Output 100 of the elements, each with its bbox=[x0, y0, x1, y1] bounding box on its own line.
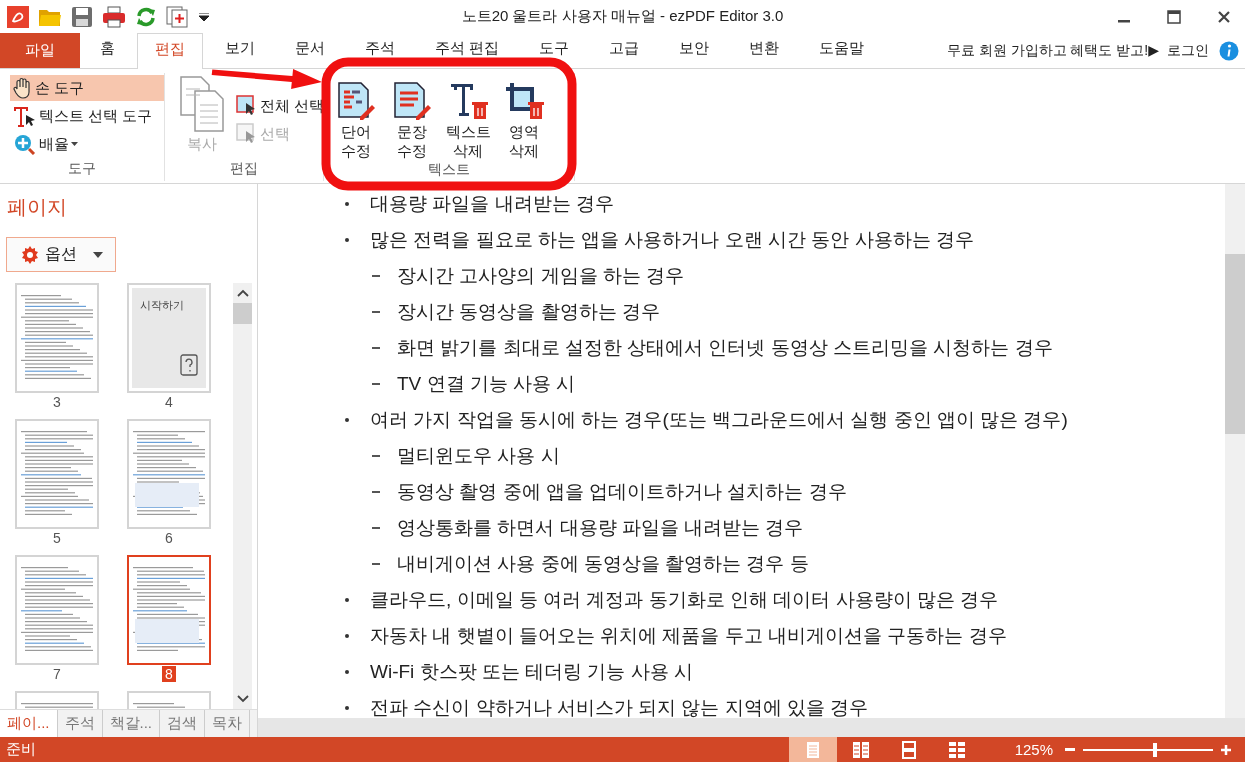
dash-icon bbox=[372, 311, 380, 313]
bullet-icon bbox=[345, 418, 349, 422]
text-cursor-icon bbox=[13, 105, 37, 127]
dash-icon bbox=[372, 527, 380, 529]
list-item-text: 동영상 촬영 중에 앱을 업데이트하거나 설치하는 경우 bbox=[397, 480, 847, 504]
ribbon-tab[interactable]: 보기 bbox=[207, 33, 273, 68]
status-text: 준비 bbox=[5, 740, 36, 759]
ribbon-tab[interactable]: 변환 bbox=[731, 33, 798, 68]
list-item-text: 자동차 내 햇볕이 들어오는 위치에 제품을 두고 내비게이션을 구동하는 경우 bbox=[370, 624, 1007, 648]
save-icon[interactable] bbox=[71, 5, 93, 28]
list-item-text: Wi-Fi 핫스팟 또는 테더링 기능 사용 시 bbox=[370, 660, 693, 684]
page-add-icon[interactable] bbox=[166, 5, 190, 28]
page-number: 5 bbox=[52, 530, 62, 546]
list-item-text: 장시간 고사양의 게임을 하는 경우 bbox=[397, 264, 685, 288]
tool-button[interactable]: 배율 bbox=[10, 131, 164, 157]
promo-link[interactable]: 무료 회원 가입하고 혜택도 받고!▶ bbox=[946, 41, 1159, 60]
page-number: 8 bbox=[162, 666, 176, 682]
panel-tab[interactable]: 페이... bbox=[0, 710, 58, 737]
dash-icon bbox=[372, 383, 380, 385]
page-thumbnail[interactable] bbox=[127, 555, 211, 665]
list-item-text: 멀티윈도우 사용 시 bbox=[397, 444, 560, 468]
scroll-down-icon[interactable] bbox=[236, 695, 249, 703]
tool-button[interactable]: 텍스트 선택 도구 bbox=[10, 103, 164, 129]
scrollbar[interactable] bbox=[233, 283, 252, 709]
sentence-edit-icon bbox=[392, 81, 432, 121]
list-item-text: 클라우드, 이메일 등 여러 계정과 동기화로 인해 데이터 사용량이 많은 경우 bbox=[370, 588, 999, 612]
view-mode-button[interactable] bbox=[788, 737, 837, 762]
refresh-icon[interactable] bbox=[135, 5, 157, 28]
close-icon[interactable] bbox=[1217, 9, 1231, 24]
ribbon-tab[interactable]: 문서 bbox=[277, 33, 343, 68]
zoom-out-icon[interactable] bbox=[1065, 747, 1075, 752]
list-item-text: 많은 전력을 필요로 하는 앱을 사용하거나 오랜 시간 동안 사용하는 경우 bbox=[370, 228, 974, 252]
scrollbar[interactable] bbox=[1225, 184, 1245, 718]
copy-icon bbox=[179, 75, 225, 133]
group-label: 도구 bbox=[68, 160, 96, 178]
text-edit-button[interactable]: 텍스트 삭제 bbox=[442, 75, 494, 161]
print-icon[interactable] bbox=[102, 5, 126, 28]
page-number: 6 bbox=[164, 530, 174, 546]
grid-icon bbox=[947, 740, 966, 759]
group-label: 편집 bbox=[230, 160, 258, 178]
bullet-icon bbox=[345, 598, 349, 602]
info-icon[interactable] bbox=[1219, 40, 1239, 61]
file-tab[interactable]: 파일 bbox=[0, 33, 80, 68]
caret-icon[interactable] bbox=[199, 12, 209, 21]
text-delete-icon bbox=[448, 81, 488, 121]
text-edit-button[interactable]: 문장 수정 bbox=[386, 75, 438, 161]
list-item-text: 내비게이션 사용 중에 동영상을 촬영하는 경우 등 bbox=[397, 552, 809, 576]
scroll-thumb[interactable] bbox=[1225, 254, 1245, 434]
bullet-icon bbox=[345, 238, 349, 242]
text-edit-button[interactable]: 영역 삭제 bbox=[498, 75, 550, 161]
ribbon-tab[interactable]: 주석 편집 bbox=[417, 33, 518, 68]
dash-icon bbox=[372, 563, 380, 565]
slider-thumb[interactable] bbox=[1153, 742, 1158, 757]
tool-button[interactable]: 손 도구 bbox=[10, 75, 164, 101]
dash-icon bbox=[372, 455, 380, 457]
list-item-text: 화면 밝기를 최대로 설정한 상태에서 인터넷 동영상 스트리밍을 시청하는 경우 bbox=[397, 336, 1053, 360]
window-title: 노트20 울트라 사용자 매뉴얼 - ezPDF Editor 3.0 bbox=[461, 7, 784, 26]
bullet-icon bbox=[345, 634, 349, 638]
hand-icon bbox=[13, 77, 33, 99]
zoom-level: 125% bbox=[1014, 741, 1053, 758]
gear-icon bbox=[21, 245, 39, 264]
dash-icon bbox=[372, 491, 380, 493]
list-item-text: 장시간 동영상을 촬영하는 경우 bbox=[397, 300, 660, 324]
dash-icon bbox=[372, 347, 380, 349]
zoom-icon bbox=[13, 133, 37, 155]
help-book-icon bbox=[180, 354, 198, 376]
zoom-in-icon[interactable] bbox=[1221, 744, 1231, 755]
thumbnail-heading: 시작하기 bbox=[140, 298, 184, 313]
edit-button[interactable]: 전체 선택 bbox=[233, 93, 328, 119]
word-edit-icon bbox=[336, 81, 376, 121]
scroll-thumb[interactable] bbox=[233, 303, 252, 324]
page-number: 7 bbox=[52, 666, 62, 682]
ribbon-tab[interactable]: 고급 bbox=[591, 33, 658, 68]
list-item-text: 대용량 파일을 내려받는 경우 bbox=[370, 192, 614, 216]
caret-icon bbox=[93, 251, 103, 258]
stacked-pages-icon bbox=[899, 740, 918, 759]
list-item-text: 영상통화를 하면서 대용량 파일을 내려받는 경우 bbox=[397, 516, 804, 540]
app-logo-icon bbox=[7, 5, 29, 28]
options-button[interactable]: 옵션 bbox=[6, 237, 116, 272]
ribbon-tab[interactable]: 도움말 bbox=[801, 33, 883, 68]
horizontal-scrollbar[interactable] bbox=[258, 718, 1245, 737]
two-pages-icon bbox=[851, 740, 870, 759]
group-label: 텍스트 bbox=[428, 160, 470, 179]
bullet-icon bbox=[345, 202, 349, 206]
list-item-text: 전파 수신이 약하거나 서비스가 되지 않는 지역에 있을 경우 bbox=[370, 696, 869, 718]
dash-icon bbox=[372, 275, 380, 277]
list-item-text: TV 연결 기능 사용 시 bbox=[397, 372, 576, 396]
ribbon-tab[interactable]: 도구 bbox=[521, 33, 588, 68]
text-edit-button[interactable]: 단어 수정 bbox=[330, 75, 382, 161]
login-link[interactable]: 로그인 bbox=[1167, 41, 1209, 60]
ribbon-tab[interactable]: 보안 bbox=[661, 33, 728, 68]
scroll-up-icon[interactable] bbox=[236, 289, 249, 297]
page-number: 4 bbox=[164, 394, 174, 410]
ribbon-tab[interactable]: 편집 bbox=[137, 33, 203, 69]
bullet-icon bbox=[345, 706, 349, 710]
ribbon-tab[interactable]: 홈 bbox=[82, 33, 133, 68]
page-thumbnail[interactable]: 시작하기 bbox=[127, 283, 211, 393]
ribbon-tab[interactable]: 주석 bbox=[347, 33, 413, 68]
page-number: 3 bbox=[52, 394, 62, 410]
maximize-icon[interactable] bbox=[1167, 9, 1181, 24]
